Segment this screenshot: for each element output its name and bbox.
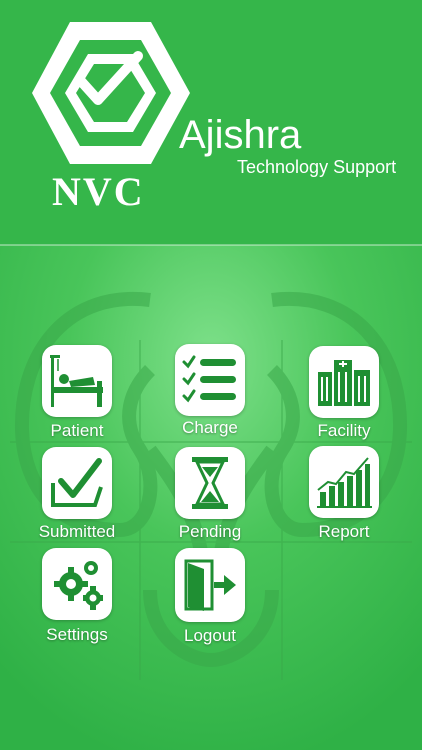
company-tagline: Technology Support — [237, 157, 397, 177]
menu-item-facility[interactable]: Facility — [289, 346, 399, 441]
nvc-logo-icon — [32, 22, 190, 164]
header-divider — [0, 244, 422, 246]
menu-item-pending[interactable]: Pending — [155, 447, 265, 542]
submitted-tile[interactable] — [42, 447, 112, 519]
menu-label-submitted: Submitted — [38, 522, 116, 541]
hourglass-icon — [192, 457, 228, 509]
logo-text: NVC — [52, 169, 145, 214]
menu-label-logout: Logout — [184, 626, 236, 645]
patient-bed-icon — [50, 355, 103, 407]
pending-tile[interactable] — [175, 447, 245, 519]
settings-tile[interactable] — [42, 548, 112, 620]
logout-tile[interactable] — [175, 548, 245, 622]
menu-item-patient[interactable]: Patient — [22, 345, 132, 440]
menu-item-charge[interactable]: Charge — [155, 344, 265, 439]
menu-item-logout[interactable]: Logout — [155, 548, 265, 648]
menu-label-charge: Charge — [182, 418, 238, 437]
menu-label-settings: Settings — [46, 625, 108, 644]
menu-label-facility: Facility — [317, 421, 371, 440]
checklist-icon — [182, 355, 236, 403]
menu-label-report: Report — [318, 522, 370, 541]
gears-icon — [54, 561, 103, 610]
menu-label-patient: Patient — [50, 421, 104, 440]
menu-item-settings[interactable]: Settings — [22, 548, 132, 646]
report-tile[interactable] — [309, 446, 379, 518]
check-box-icon — [51, 458, 103, 507]
menu-item-report[interactable]: Report — [289, 446, 399, 541]
hospital-building-icon — [318, 360, 370, 406]
menu-item-submitted[interactable]: Submitted — [22, 447, 132, 542]
menu-label-pending: Pending — [178, 522, 242, 541]
company-name: Ajishra — [179, 113, 302, 157]
patient-tile[interactable] — [42, 345, 112, 417]
bar-chart-icon — [317, 457, 372, 508]
charge-tile[interactable] — [175, 344, 245, 416]
facility-tile[interactable] — [309, 346, 379, 418]
exit-door-icon — [184, 559, 236, 611]
